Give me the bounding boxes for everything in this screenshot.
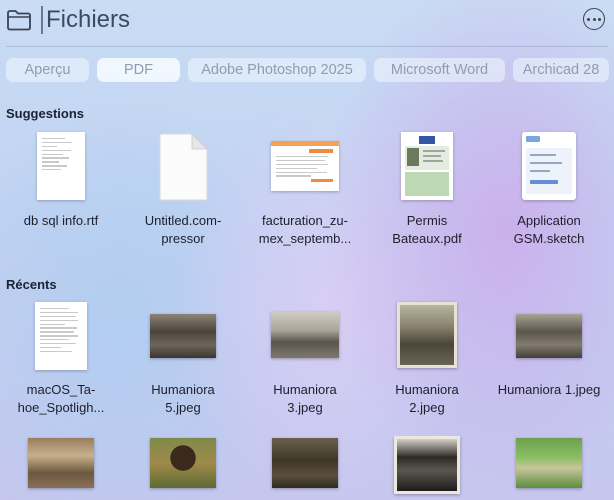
item-name-line2: mex_septemb... (258, 231, 352, 246)
recent-item[interactable]: Humaniora 3.jpeg (244, 298, 366, 422)
sepia-photo-thumbnail (516, 314, 582, 358)
classroom-photo-thumbnail (271, 312, 339, 358)
sepia-photo-thumbnail (28, 438, 94, 488)
item-name: macOS_Ta- (26, 382, 96, 397)
text-document-thumbnail (35, 302, 87, 370)
item-name-line2: GSM.sketch (513, 231, 585, 246)
suggestion-item[interactable]: facturation_zu- mex_septemb... (244, 128, 366, 252)
recent-item[interactable] (244, 436, 366, 500)
invoice-spreadsheet-thumbnail (271, 141, 339, 191)
item-name: Humaniora (395, 382, 459, 397)
group-photo-thumbnail (394, 436, 460, 494)
recent-item[interactable] (366, 436, 488, 500)
recent-item[interactable]: Humaniora 1.jpeg (488, 298, 610, 422)
recent-item[interactable]: Humaniora 2.jpeg (366, 298, 488, 422)
item-name-line2: pressor (161, 231, 205, 246)
sepia-photo-thumbnail (272, 438, 338, 488)
header-divider (6, 46, 608, 47)
group-photo-thumbnail (397, 302, 457, 368)
search-input[interactable] (40, 4, 560, 36)
filter-archicad[interactable]: Archicad 28 (513, 58, 609, 82)
item-name-line2: Bateaux.pdf (392, 231, 462, 246)
recents-row-more (0, 436, 614, 500)
park-photo-thumbnail (516, 438, 582, 488)
text-document-thumbnail (37, 132, 85, 200)
suggestion-item[interactable]: db sql info.rtf (0, 128, 122, 252)
filter-chips: Aperçu PDF Adobe Photoshop 2025 Microsof… (6, 58, 609, 82)
filter-pdf[interactable]: PDF (97, 58, 180, 82)
item-name: db sql info.rtf (23, 213, 99, 228)
blank-file-icon (159, 132, 209, 201)
item-name-line2: hoe_Spotligh... (17, 400, 105, 415)
item-name-line2: 2.jpeg (409, 400, 445, 415)
filter-word[interactable]: Microsoft Word (374, 58, 505, 82)
mobile-app-mockup-thumbnail (522, 132, 576, 200)
item-name: Application (517, 213, 581, 228)
suggestion-item[interactable]: Permis Bateaux.pdf (366, 128, 488, 252)
filter-photoshop[interactable]: Adobe Photoshop 2025 (188, 58, 366, 82)
item-name: Humaniora 1.jpeg (497, 382, 601, 397)
section-title-suggestions: Suggestions (6, 106, 85, 121)
recent-item[interactable] (488, 436, 610, 500)
folder-icon (7, 10, 31, 31)
recent-item[interactable] (122, 436, 244, 500)
sepia-photo-thumbnail (150, 314, 216, 358)
item-name-line2: 5.jpeg (165, 400, 201, 415)
filter-apercu[interactable]: Aperçu (6, 58, 89, 82)
item-name: Humaniora (151, 382, 215, 397)
item-name: Permis (406, 213, 448, 228)
license-card-thumbnail (401, 132, 453, 200)
search-header (0, 0, 614, 44)
item-name: facturation_zu- (262, 213, 348, 228)
recent-item[interactable] (0, 436, 122, 500)
suggestion-item[interactable]: Untitled.com- pressor (122, 128, 244, 252)
recent-item[interactable]: macOS_Ta- hoe_Spotligh... (0, 298, 122, 422)
item-name: Untitled.com- (144, 213, 222, 228)
text-cursor (41, 6, 43, 34)
suggestion-item[interactable]: Application GSM.sketch (488, 128, 610, 252)
recent-item[interactable]: Humaniora 5.jpeg (122, 298, 244, 422)
item-name-line2: 3.jpeg (287, 400, 323, 415)
section-title-recents: Récents (6, 277, 57, 292)
portrait-photo-thumbnail (150, 438, 216, 488)
ellipsis-circle-icon[interactable] (583, 8, 605, 30)
item-name: Humaniora (273, 382, 337, 397)
